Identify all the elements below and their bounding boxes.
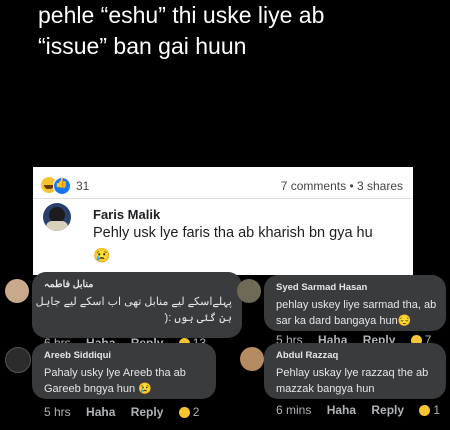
divider xyxy=(33,198,413,199)
haha-reaction-icon xyxy=(419,405,431,417)
comment-text-line: Gareeb bngya hun 😢 xyxy=(44,383,152,395)
reply-button[interactable]: Reply xyxy=(131,405,164,419)
reaction-icons[interactable] xyxy=(41,177,77,195)
comment-bubble: Syed Sarmad Hasan pehlay uskey liye sarm… xyxy=(264,275,446,331)
avatar[interactable] xyxy=(5,347,31,373)
comment-time: 5 hrs xyxy=(44,405,71,419)
comment-text-line: پہلےاسکے لیے منابل تھی اب اسکے لیے جاہل xyxy=(35,296,232,308)
comment-time: 6 mins xyxy=(276,403,312,417)
post-stats-bar: 31 7 comments • 3 shares xyxy=(41,177,403,195)
comment-text: Pehly usk lye faris tha ab kharish bn gy… xyxy=(93,225,373,241)
avatar[interactable] xyxy=(43,203,71,231)
comment-author[interactable]: منابل فاطمہ xyxy=(44,279,93,290)
caption: pehle “eshu” thi uske liye ab “issue” ba… xyxy=(38,0,418,62)
comment-text: Pahaly usky lye Areeb tha ab Gareeb bngy… xyxy=(44,365,186,397)
comment-text-line: بن گئی ہوں :( xyxy=(164,312,232,324)
comment-text-line: sar ka dard bangaya hun😔 xyxy=(276,315,412,327)
caption-line-1: pehle “eshu” thi uske liye ab xyxy=(38,2,325,28)
reaction-count[interactable]: 2 xyxy=(193,405,200,419)
avatar[interactable] xyxy=(240,347,264,371)
commenter-name[interactable]: Faris Malik xyxy=(93,207,160,222)
like-reaction-icon xyxy=(53,177,71,195)
comment-text-line: Pahaly usky lye Areeb tha ab xyxy=(44,367,186,379)
comment-author[interactable]: Areeb Siddiqui xyxy=(44,350,111,361)
comment-bubble: منابل فاطمہ پہلےاسکے لیے منابل تھی اب اس… xyxy=(32,272,242,338)
comment-text-line: pehlay uskey liye sarmad tha, ab xyxy=(276,299,437,311)
comments-shares-count[interactable]: 7 comments • 3 shares xyxy=(281,179,403,193)
caption-line-2: “issue” ban gai huun xyxy=(38,33,247,59)
avatar[interactable] xyxy=(5,279,29,303)
comment-author[interactable]: Abdul Razzaq xyxy=(276,350,338,361)
avatar[interactable] xyxy=(237,279,261,303)
comment-text-line: Pehlay uskay lye razzaq the ab xyxy=(276,367,429,379)
reaction-count[interactable]: 1 xyxy=(433,403,440,417)
haha-button[interactable]: Haha xyxy=(327,403,356,417)
reaction-count[interactable]: 31 xyxy=(76,179,89,193)
comment-author[interactable]: Syed Sarmad Hasan xyxy=(276,282,367,293)
reply-button[interactable]: Reply xyxy=(371,403,404,417)
comment-bubble: Abdul Razzaq Pehlay uskay lye razzaq the… xyxy=(264,343,446,399)
comment-bubble: Areeb Siddiqui Pahaly usky lye Areeb tha… xyxy=(32,343,216,399)
comment-text: Pehlay uskay lye razzaq the ab mazzak ba… xyxy=(276,365,428,397)
comment-text-line: mazzak bangya hun xyxy=(276,383,375,395)
facebook-post-card: 31 7 comments • 3 shares Faris Malik Peh… xyxy=(33,167,413,275)
crying-emoji: 😢 xyxy=(93,247,111,263)
haha-reaction-icon xyxy=(178,407,190,419)
haha-button[interactable]: Haha xyxy=(86,405,115,419)
comment-actions: 6 mins Haha Reply 1 xyxy=(276,403,450,417)
comment-actions: 5 hrs Haha Reply 2 xyxy=(44,405,211,419)
comment-text: پہلےاسکے لیے منابل تھی اب اسکے لیے جاہل … xyxy=(36,294,232,326)
comment-text: pehlay uskey liye sarmad tha, ab sar ka … xyxy=(276,297,436,329)
